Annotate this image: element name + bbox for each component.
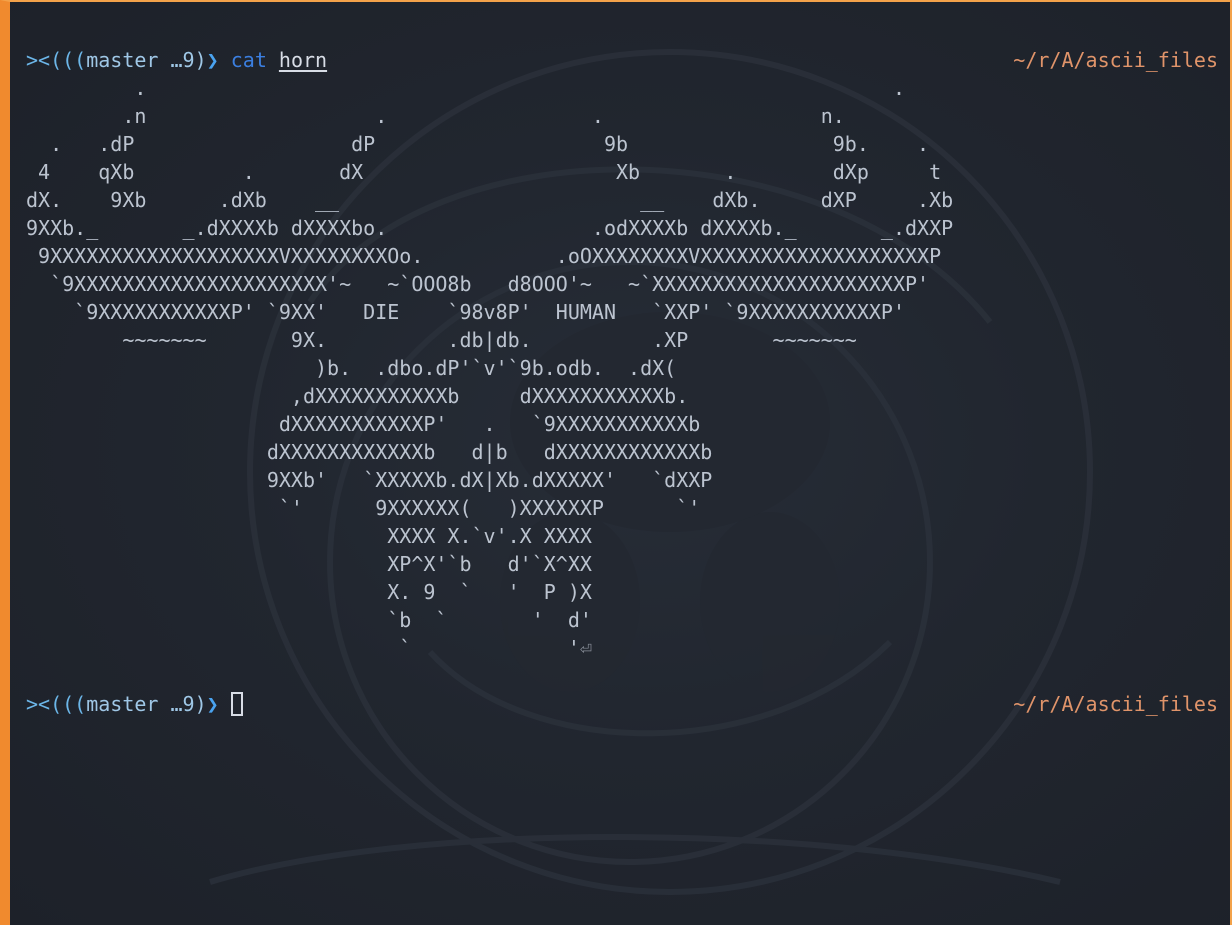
output-line: `' 9XXXXXX( )XXXXXXP `' [26, 496, 701, 520]
return-symbol-icon: ⏎ [579, 636, 592, 660]
prompt-fish-symbol: ><((( [26, 692, 87, 716]
text-cursor[interactable] [230, 692, 243, 716]
output-line: ~~~~~~~ 9X. .db|db. .XP ~~~~~~~ [26, 328, 857, 352]
current-directory: ~/r/A/ascii_files [1013, 692, 1218, 716]
output-line: . .dP dP 9b 9b. . [26, 132, 930, 156]
output-line: XP^X'`b d'`X^XX [26, 552, 592, 576]
terminal-window[interactable]: ><(((master …9)❯ cat horn ~/r/A/ascii_fi… [0, 0, 1232, 925]
output-line: dXXXXXXXXXXXP' . `9XXXXXXXXXXXb [26, 412, 701, 436]
command-argument-path[interactable]: horn [279, 48, 327, 72]
git-branch-status: master …9) [86, 48, 207, 72]
output-line: XXXX X.`v'.X XXXX [26, 524, 592, 548]
output-line: dXXXXXXXXXXXXb d|b dXXXXXXXXXXXXb [26, 440, 713, 464]
output-line: dX. 9Xb .dXb __ __ dXb. dXP .Xb [26, 188, 954, 212]
output-line: 9XXb._ _.dXXXXb dXXXXbo. .odXXXXb dXXXXb… [26, 216, 954, 240]
command-name: cat [230, 48, 267, 72]
command-output-ascii-art: . . .n . . n. . .dP dP 9b 9b. . 4 qXb . … [26, 74, 953, 662]
output-line: )b. .dbo.dP'`v'`9b.odb. .dX( [26, 356, 677, 380]
output-line: X. 9 ` ' P )X [26, 580, 592, 604]
prompt-arrow-icon: ❯ [206, 48, 219, 72]
prompt-line-command: ><(((master …9)❯ cat horn ~/r/A/ascii_fi… [26, 46, 1218, 74]
output-line: `b ` ' d' [26, 608, 592, 632]
output-line: . . [26, 76, 905, 100]
output-line: 9XXb' `XXXXXb.dX|Xb.dXXXXX' `dXXP [26, 468, 713, 492]
git-branch-status: master …9) [86, 692, 207, 716]
prompt-line-active[interactable]: ><(((master …9)❯ ~/r/A/ascii_files [26, 690, 1218, 718]
current-directory: ~/r/A/ascii_files [1013, 48, 1218, 72]
output-line: ,dXXXXXXXXXXXb dXXXXXXXXXXXb. [26, 384, 689, 408]
output-line: 4 qXb . dX Xb . dXp t [26, 160, 942, 184]
prompt-arrow-icon: ❯ [206, 692, 219, 716]
output-line: .n . . n. [26, 104, 845, 128]
prompt-fish-symbol: ><((( [26, 48, 87, 72]
output-line: ` ' [26, 636, 580, 660]
output-line: `9XXXXXXXXXXXP' `9XX' DIE `98v8P' HUMAN … [26, 300, 905, 324]
output-line: `9XXXXXXXXXXXXXXXXXXXXX'~ ~`OOO8b d8OOO'… [26, 272, 930, 296]
output-line: 9XXXXXXXXXXXXXXXXXXXVXXXXXXXXOo. .oOXXXX… [26, 244, 942, 268]
